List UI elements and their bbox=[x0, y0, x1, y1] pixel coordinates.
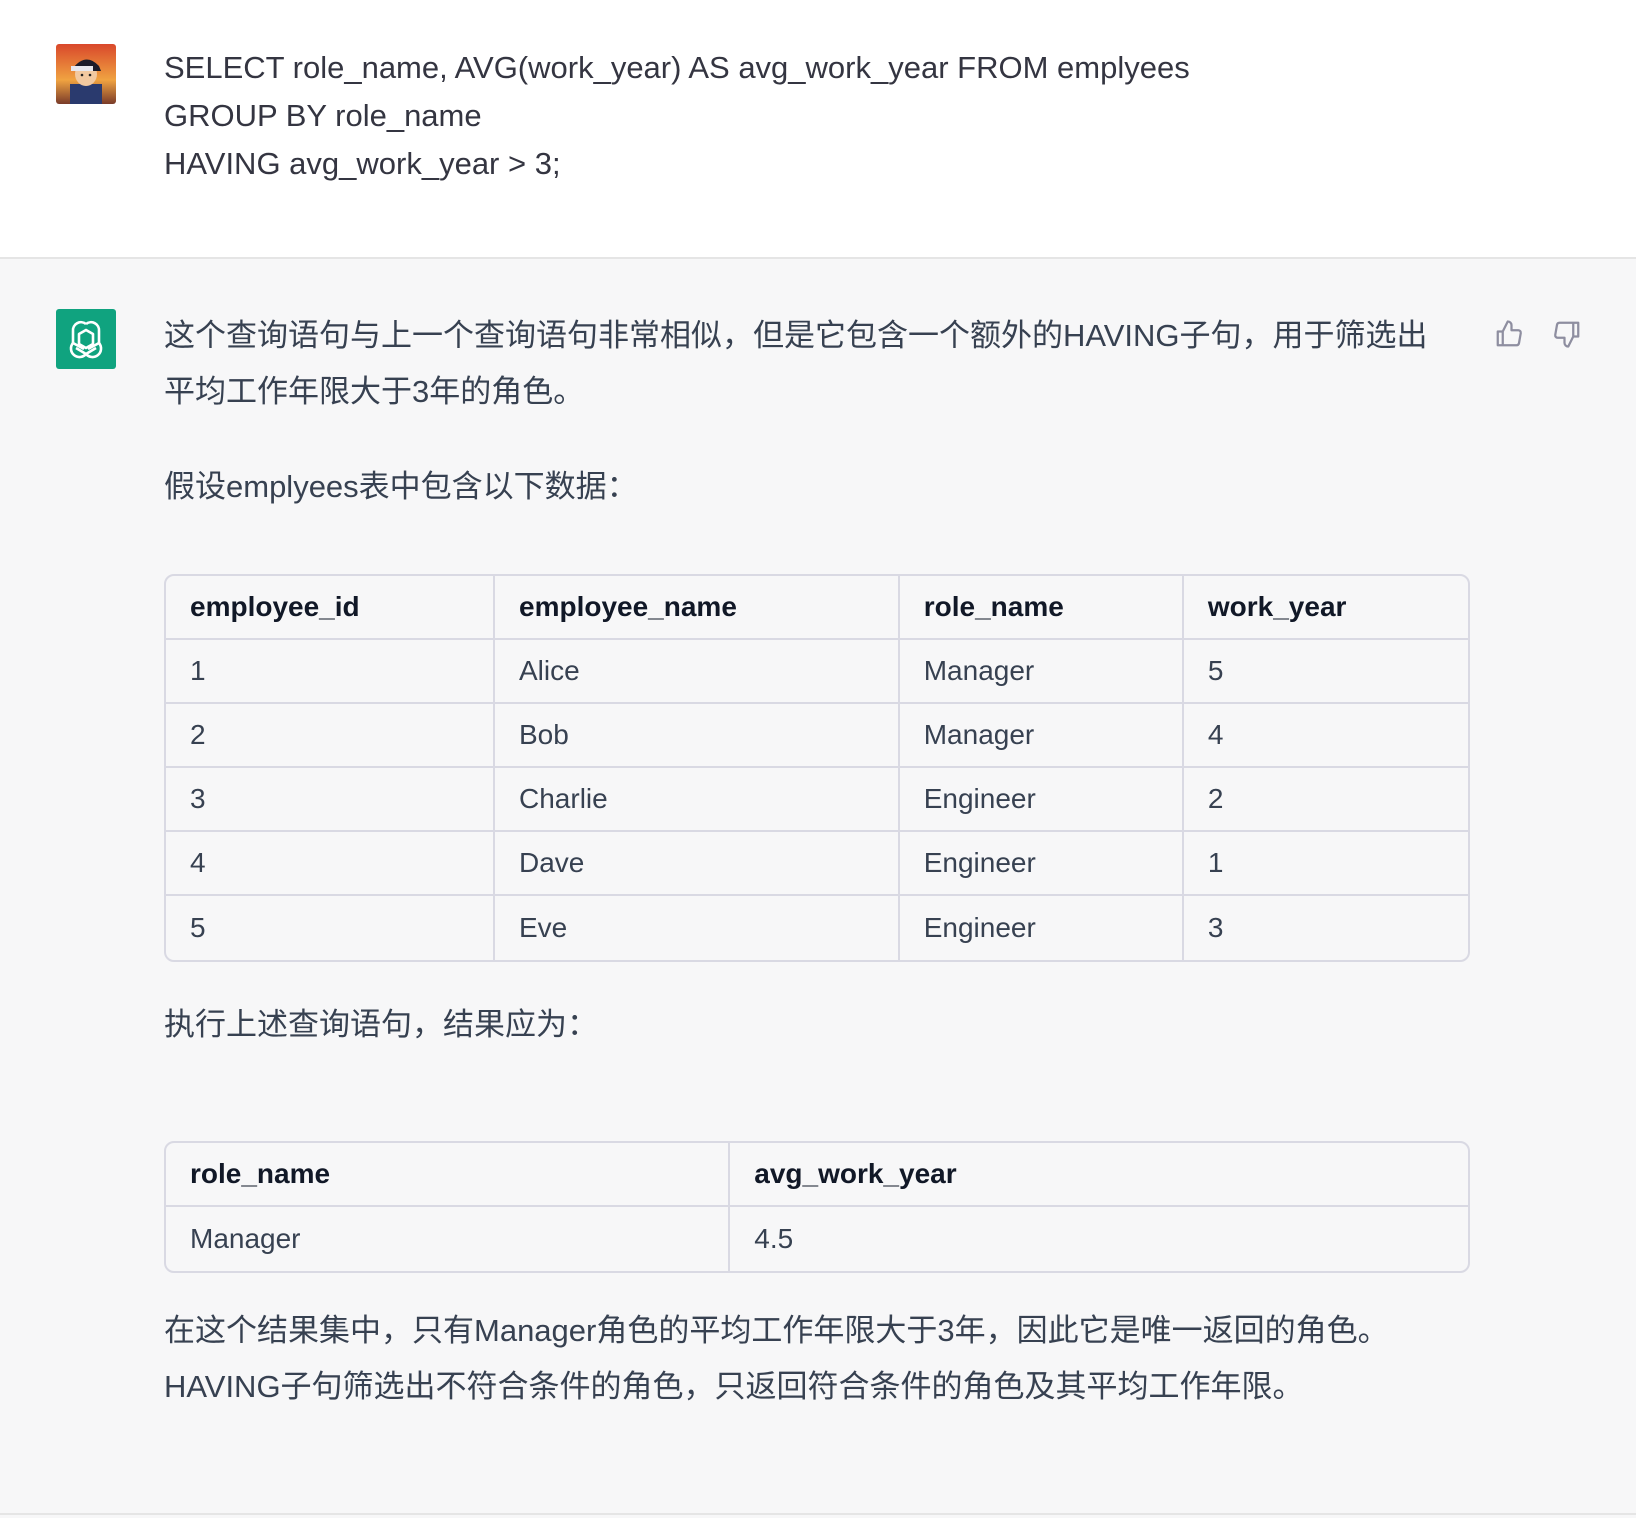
cell-employee-id: 4 bbox=[166, 832, 495, 896]
thumbs-up-button[interactable] bbox=[1492, 317, 1526, 351]
cell-work-year: 3 bbox=[1207, 912, 1224, 943]
user-avatar bbox=[56, 44, 116, 104]
user-line-3: HAVING avg_work_year > 3; bbox=[164, 146, 561, 181]
result-table: role_name avg_work_year Manager 4.5 bbox=[164, 1141, 1470, 1273]
cell-work-year: 1 bbox=[1183, 832, 1468, 896]
table-row: Manager 4.5 bbox=[166, 1207, 1468, 1271]
conclusion-paragraph: 在这个结果集中，只有Manager角色的平均工作年限大于3年，因此它是唯一返回的… bbox=[164, 1303, 1474, 1415]
table-row: 5 Eve Engineer 3 bbox=[166, 896, 1468, 960]
cell-work-year: 4 bbox=[1183, 704, 1468, 768]
conclusion-line-1: 在这个结果集中，只有Manager角色的平均工作年限大于3年，因此它是唯一返回的… bbox=[164, 1313, 1389, 1348]
cell-employee-name: Alice bbox=[495, 640, 900, 704]
table-row: 1 Alice Manager 5 bbox=[166, 640, 1468, 704]
cell-work-year: 5 bbox=[1183, 640, 1468, 704]
result-intro-paragraph: 执行上述查询语句，结果应为： bbox=[164, 1007, 598, 1042]
assistant-avatar bbox=[56, 309, 116, 369]
conclusion-line-2: HAVING子句筛选出不符合条件的角色，只返回符合条件的角色及其平均工作年限。 bbox=[164, 1369, 1304, 1404]
cell-employee-name: Eve bbox=[495, 896, 900, 960]
cell-work-year: 2 bbox=[1183, 768, 1468, 832]
table-row: 3 Charlie Engineer 2 bbox=[166, 768, 1468, 832]
user-line-2: GROUP BY role_name bbox=[164, 98, 482, 133]
cell-employee-name: Bob bbox=[495, 704, 900, 768]
user-message-text: SELECT role_name, AVG(work_year) AS avg_… bbox=[164, 44, 1190, 188]
cell-employee-id: 3 bbox=[166, 768, 495, 832]
cell-employee-id: 2 bbox=[166, 704, 495, 768]
cell-role-name: Manager bbox=[899, 704, 1184, 768]
cell-role-name: Manager bbox=[899, 640, 1184, 704]
header-role-name: role_name bbox=[166, 1143, 731, 1207]
intro-paragraph: 这个查询语句与上一个查询语句非常相似，但是它包含一个额外的HAVING子句，用于… bbox=[164, 308, 1474, 420]
cell-employee-name: Dave bbox=[495, 832, 900, 896]
cell-employee-name: Charlie bbox=[495, 768, 900, 832]
assistant-message: 这个查询语句与上一个查询语句非常相似，但是它包含一个额外的HAVING子句，用于… bbox=[0, 259, 1636, 1515]
cell-role-name: Engineer bbox=[899, 832, 1184, 896]
header-work-year: work_year bbox=[1183, 576, 1468, 640]
cell-role-name: Manager bbox=[166, 1207, 731, 1271]
user-message: SELECT role_name, AVG(work_year) AS avg_… bbox=[0, 0, 1636, 259]
cell-employee-id: 1 bbox=[166, 640, 495, 704]
table-row: 4 Dave Engineer 1 bbox=[166, 832, 1468, 896]
header-employee-name: employee_name bbox=[495, 576, 900, 640]
table-row: 2 Bob Manager 4 bbox=[166, 704, 1468, 768]
cell-role-name: Engineer bbox=[899, 768, 1184, 832]
header-role-name: role_name bbox=[899, 576, 1184, 640]
openai-logo-icon bbox=[69, 320, 103, 359]
cell-employee-id: 5 bbox=[166, 896, 495, 960]
thumbs-up-icon bbox=[1496, 320, 1522, 347]
user-line-1: SELECT role_name, AVG(work_year) AS avg_… bbox=[164, 50, 1190, 85]
cell-avg-work-year: 4.5 bbox=[754, 1223, 794, 1254]
user-avatar-image bbox=[56, 44, 116, 104]
employees-table: employee_id employee_name role_name work… bbox=[164, 574, 1470, 962]
header-employee-id: employee_id bbox=[166, 576, 495, 640]
cell-role-name: Engineer bbox=[900, 896, 1184, 960]
header-avg-work-year: avg_work_year bbox=[730, 1143, 1468, 1207]
intro-line-2: 平均工作年限大于3年的角色。 bbox=[164, 374, 585, 409]
intro-line-1: 这个查询语句与上一个查询语句非常相似，但是它包含一个额外的HAVING子句，用于… bbox=[164, 318, 1428, 353]
table-header-row: employee_id employee_name role_name work… bbox=[166, 576, 1468, 640]
assume-paragraph: 假设emplyees表中包含以下数据： bbox=[164, 469, 638, 504]
thumbs-down-button[interactable] bbox=[1550, 317, 1584, 351]
thumbs-down-icon bbox=[1554, 321, 1580, 348]
table-header-row: role_name avg_work_year bbox=[166, 1143, 1468, 1207]
